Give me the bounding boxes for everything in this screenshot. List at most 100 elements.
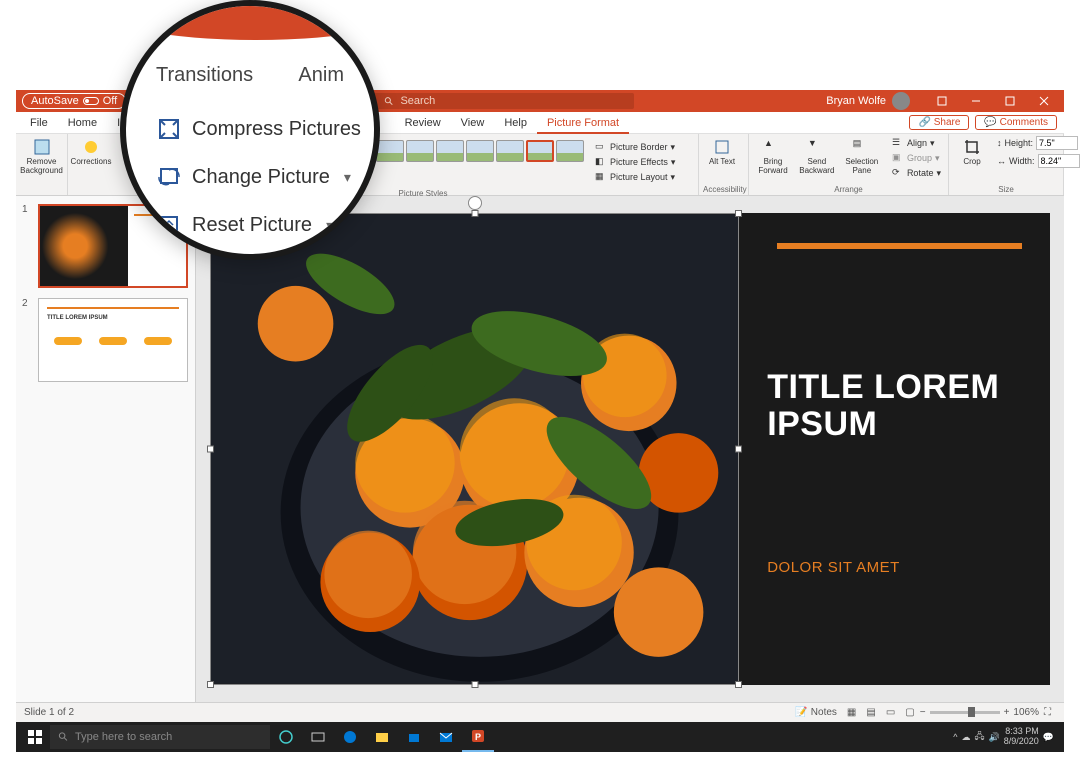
border-icon: ▭ (595, 141, 607, 153)
resize-handle-bl[interactable] (207, 681, 214, 688)
align-icon: ☰ (892, 137, 904, 149)
tab-picture-format[interactable]: Picture Format (537, 112, 629, 134)
tab-view[interactable]: View (451, 112, 495, 134)
minimize-button[interactable] (962, 90, 990, 112)
powerpoint-icon[interactable]: P (462, 722, 494, 752)
compress-pictures-icon (156, 116, 182, 142)
resize-handle-tr[interactable] (735, 210, 742, 217)
corrections-button[interactable]: Corrections (72, 136, 110, 195)
group-icon: ▣ (892, 152, 904, 164)
slide-title[interactable]: TITLE LOREM IPSUM (767, 369, 1022, 444)
height-row: ↕Height: (997, 136, 1080, 150)
resize-handle-l[interactable] (207, 446, 214, 453)
notifications-icon[interactable]: 💬 (1043, 732, 1054, 743)
avatar-icon (892, 92, 910, 110)
fit-to-window-icon[interactable]: ⛶ (1039, 707, 1056, 718)
slide-thumb-2[interactable]: 2 TITLE LOREM IPSUM (22, 298, 189, 382)
edge-icon[interactable] (334, 722, 366, 752)
onedrive-icon[interactable]: ☁ (961, 732, 970, 743)
zoom-slider[interactable] (930, 711, 1000, 714)
oranges-image (211, 214, 738, 684)
remove-background-button[interactable]: Remove Background (20, 136, 63, 195)
taskbar-search-input[interactable] (75, 731, 262, 743)
start-button[interactable] (20, 722, 50, 752)
selection-pane-button[interactable]: ▤Selection Pane (841, 136, 883, 184)
share-button[interactable]: 🔗 Share (909, 115, 969, 130)
explorer-icon[interactable] (366, 722, 398, 752)
bring-forward-button[interactable]: ▲Bring Forward (753, 136, 793, 184)
height-icon: ↕ (997, 138, 1002, 148)
width-input[interactable] (1038, 154, 1080, 168)
style-thumb-6[interactable] (526, 140, 554, 162)
crop-button[interactable]: Crop (953, 136, 991, 184)
style-thumb-3[interactable] (436, 140, 464, 162)
style-thumb-1[interactable] (376, 140, 404, 162)
group-arrange: Arrange (753, 184, 944, 195)
style-thumb-7[interactable] (556, 140, 584, 162)
search-box[interactable] (374, 93, 634, 109)
tab-review[interactable]: Review (395, 112, 451, 134)
autosave-toggle[interactable]: AutoSave Off (22, 93, 126, 109)
magnifier-callout: Transitions Anim Compress Pictures Chang… (120, 0, 380, 260)
alt-text-button[interactable]: Alt Text (703, 136, 741, 184)
selection-pane-icon: ▤ (853, 138, 871, 156)
maximize-button[interactable] (996, 90, 1024, 112)
system-tray[interactable]: ^ ☁ 🖧 🔊 8:33 PM8/9/2020 💬 (947, 727, 1060, 747)
mail-icon[interactable] (430, 722, 462, 752)
view-sorter-icon[interactable]: ▤ (861, 707, 880, 718)
tab-file[interactable]: File (20, 112, 58, 134)
view-reading-icon[interactable]: ▭ (881, 707, 900, 718)
tray-chevron-icon[interactable]: ^ (953, 732, 957, 742)
height-input[interactable] (1036, 136, 1078, 150)
picture-border-button[interactable]: ▭Picture Border ▾ (592, 140, 678, 154)
style-thumb-2[interactable] (406, 140, 434, 162)
view-normal-icon[interactable]: ▦ (842, 707, 861, 718)
view-slideshow-icon[interactable]: ▢ (900, 707, 919, 718)
send-backward-button[interactable]: ▼Send Backward (795, 136, 839, 184)
slide-subtitle[interactable]: DOLOR SIT AMET (767, 559, 1022, 576)
align-button[interactable]: ☰Align ▾ (889, 136, 944, 150)
task-view-icon[interactable] (302, 722, 334, 752)
compress-pictures-button[interactable]: Compress Pictures (156, 116, 361, 142)
picture-effects-button[interactable]: ◧Picture Effects ▾ (592, 155, 678, 169)
volume-icon[interactable]: 🔊 (989, 732, 1000, 743)
close-button[interactable] (1030, 90, 1058, 112)
tab-home[interactable]: Home (58, 112, 107, 134)
change-picture-button[interactable]: Change Picture ▾ (156, 164, 361, 190)
group-button[interactable]: ▣Group ▾ (889, 151, 944, 165)
ribbon-display-options[interactable] (928, 90, 956, 112)
style-thumb-5[interactable] (496, 140, 524, 162)
comments-button[interactable]: 💬 Comments (975, 115, 1057, 130)
layout-icon: ▦ (595, 171, 607, 183)
slide-text-area: TITLE LOREM IPSUM DOLOR SIT AMET (739, 213, 1050, 685)
tab-help[interactable]: Help (494, 112, 537, 134)
remove-background-icon (33, 138, 51, 156)
selected-picture[interactable] (210, 213, 739, 685)
resize-handle-r[interactable] (735, 446, 742, 453)
reset-picture-button[interactable]: Reset Picture ▾ (156, 212, 361, 238)
bring-forward-icon: ▲ (764, 138, 782, 156)
status-bar: Slide 1 of 2 📝 Notes ▦ ▤ ▭ ▢ −+106% ⛶ (16, 702, 1064, 722)
rotate-button[interactable]: ⟳Rotate ▾ (889, 166, 944, 180)
notes-button[interactable]: 📝 Notes (790, 707, 842, 718)
style-thumb-4[interactable] (466, 140, 494, 162)
slide-canvas[interactable]: TITLE LOREM IPSUM DOLOR SIT AMET (196, 196, 1064, 702)
network-icon[interactable]: 🖧 (974, 729, 984, 745)
picture-layout-button[interactable]: ▦Picture Layout ▾ (592, 170, 678, 184)
resize-handle-b[interactable] (471, 681, 478, 688)
user-name: Bryan Wolfe (826, 95, 886, 107)
rotate-icon: ⟳ (892, 167, 904, 179)
user-account[interactable]: Bryan Wolfe (826, 92, 910, 110)
search-input[interactable] (400, 95, 624, 107)
resize-handle-br[interactable] (735, 681, 742, 688)
zoom-control[interactable]: −+106% (920, 707, 1039, 718)
store-icon[interactable] (398, 722, 430, 752)
rotate-handle[interactable] (468, 196, 482, 210)
resize-handle-t[interactable] (471, 210, 478, 217)
alt-text-icon (713, 138, 731, 156)
svg-text:P: P (475, 732, 481, 742)
taskbar-search[interactable] (50, 725, 270, 749)
cortana-icon[interactable] (270, 722, 302, 752)
autosave-switch-icon (83, 97, 99, 105)
clock[interactable]: 8:33 PM8/9/2020 (1004, 727, 1039, 747)
